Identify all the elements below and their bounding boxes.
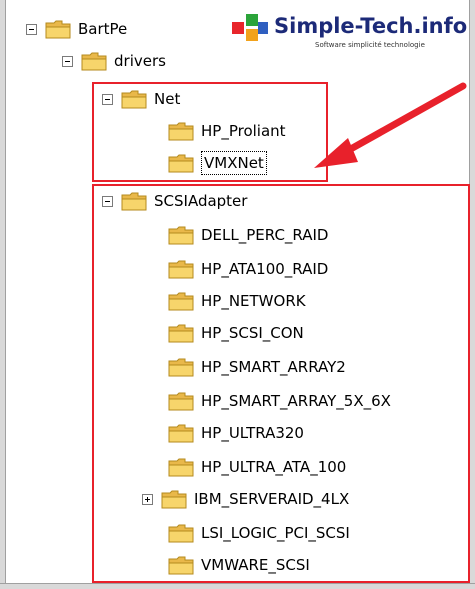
logo-cube-icon bbox=[232, 14, 268, 41]
tree-node-hp-proliant[interactable]: HP_Proliant bbox=[168, 116, 286, 146]
site-logo: Simple-Tech.info Software simplicité tec… bbox=[230, 8, 470, 50]
tree-node-hp-smart-array2[interactable]: HP_SMART_ARRAY2 bbox=[168, 352, 346, 382]
tree-node-hp-network[interactable]: HP_NETWORK bbox=[168, 286, 306, 316]
folder-icon bbox=[121, 191, 147, 211]
tree-node-scsiadapter[interactable]: SCSIAdapter bbox=[102, 186, 247, 216]
tree-label-net: Net bbox=[154, 90, 181, 108]
tree-node-vmware-scsi[interactable]: VMWARE_SCSI bbox=[168, 550, 310, 580]
folder-icon bbox=[168, 259, 194, 279]
tree-node-hp-ultra-ata-100[interactable]: HP_ULTRA_ATA_100 bbox=[168, 452, 346, 482]
tree-label: HP_ULTRA_ATA_100 bbox=[201, 458, 347, 476]
folder-icon bbox=[168, 225, 194, 245]
tree-node-bartpe[interactable]: BartPe bbox=[26, 14, 127, 44]
tree-node-drivers[interactable]: drivers bbox=[62, 46, 166, 76]
folder-icon bbox=[168, 291, 194, 311]
folder-icon bbox=[168, 121, 194, 141]
collapse-icon[interactable] bbox=[102, 195, 113, 207]
tree-label: HP_NETWORK bbox=[201, 292, 306, 310]
tree-node-hp-ultra320[interactable]: HP_ULTRA320 bbox=[168, 418, 304, 448]
tree-label: IBM_SERVERAID_4LX bbox=[194, 490, 350, 508]
tree-label: HP_SCSI_CON bbox=[201, 324, 304, 342]
logo-tagline: Software simplicité technologie bbox=[315, 41, 425, 49]
window-bottom-border bbox=[0, 583, 475, 589]
tree-label-vmxnet: VMXNet bbox=[201, 151, 267, 175]
folder-icon bbox=[161, 489, 187, 509]
folder-icon bbox=[168, 357, 194, 377]
folder-icon bbox=[81, 51, 107, 71]
tree-label: LSI_LOGIC_PCI_SCSI bbox=[201, 524, 350, 542]
tree-node-ibm-serveraid-4lx[interactable]: IBM_SERVERAID_4LX bbox=[142, 484, 349, 514]
folder-icon bbox=[168, 323, 194, 343]
logo-name: Simple-Tech.info bbox=[274, 14, 468, 38]
tree-label-drivers: drivers bbox=[114, 52, 166, 70]
tree-node-hp-ata100-raid[interactable]: HP_ATA100_RAID bbox=[168, 254, 328, 284]
expand-icon[interactable] bbox=[142, 493, 153, 505]
collapse-icon[interactable] bbox=[26, 23, 37, 35]
tree-label: HP_ULTRA320 bbox=[201, 424, 304, 442]
tree-label: DELL_PERC_RAID bbox=[201, 226, 329, 244]
tree-label: HP_SMART_ARRAY2 bbox=[201, 358, 346, 376]
tree-node-hp-smart-array-5x-6x[interactable]: HP_SMART_ARRAY_5X_6X bbox=[168, 386, 391, 416]
tree-node-hp-scsi-con[interactable]: HP_SCSI_CON bbox=[168, 318, 304, 348]
collapse-icon[interactable] bbox=[102, 93, 113, 105]
tree-label-scsiadapter: SCSIAdapter bbox=[154, 192, 248, 210]
collapse-icon[interactable] bbox=[62, 55, 73, 67]
folder-icon bbox=[121, 89, 147, 109]
tree-label: HP_SMART_ARRAY_5X_6X bbox=[201, 392, 391, 410]
folder-icon bbox=[168, 523, 194, 543]
tree-label: VMWARE_SCSI bbox=[201, 556, 310, 574]
tree-node-dell-perc-raid[interactable]: DELL_PERC_RAID bbox=[168, 220, 328, 250]
folder-icon bbox=[45, 19, 71, 39]
tree-label-bartpe: BartPe bbox=[78, 20, 128, 38]
folder-icon bbox=[168, 423, 194, 443]
tree-label: HP_ATA100_RAID bbox=[201, 260, 329, 278]
red-arrow-icon bbox=[314, 82, 467, 168]
folder-icon bbox=[168, 153, 194, 173]
tree-node-net[interactable]: Net bbox=[102, 84, 180, 114]
tree-node-lsi-logic-pci-scsi[interactable]: LSI_LOGIC_PCI_SCSI bbox=[168, 518, 350, 548]
tree-label-hp-proliant: HP_Proliant bbox=[201, 122, 286, 140]
folder-icon bbox=[168, 555, 194, 575]
folder-icon bbox=[168, 391, 194, 411]
window-left-border bbox=[0, 0, 6, 589]
folder-icon bbox=[168, 457, 194, 477]
tree-node-vmxnet[interactable]: VMXNet bbox=[168, 148, 267, 178]
